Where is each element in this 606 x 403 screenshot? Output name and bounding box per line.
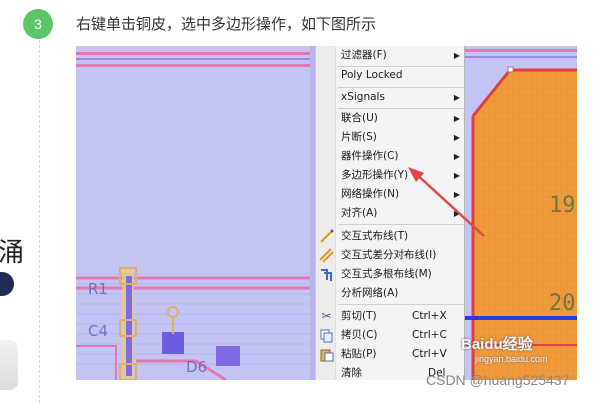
csdn-watermark: CSDN @huang525437 (426, 372, 570, 388)
baidu-watermark-url: jingyan.baidu.com (475, 354, 548, 364)
left-edge-fragment: 涌 (0, 0, 40, 403)
pcb-screenshot: R1 C4 D6 过滤器(F) ▶ Poly Locked xSignals ▶… (76, 46, 577, 380)
baidu-watermark-text: Baidu经验 (461, 336, 533, 353)
step-timeline-line (39, 30, 40, 403)
annotation-arrow (408, 167, 485, 237)
cropped-avatar (0, 272, 14, 296)
step-number-badge: 3 (23, 9, 53, 39)
baidu-watermark: Baidu经验 jingyan.baidu.com (461, 333, 548, 364)
step-instruction: 右键单击铜皮，选中多边形操作，如下图所示 (76, 15, 377, 33)
cropped-heading-glyph: 涌 (0, 238, 25, 268)
cropped-decoration (0, 340, 18, 390)
